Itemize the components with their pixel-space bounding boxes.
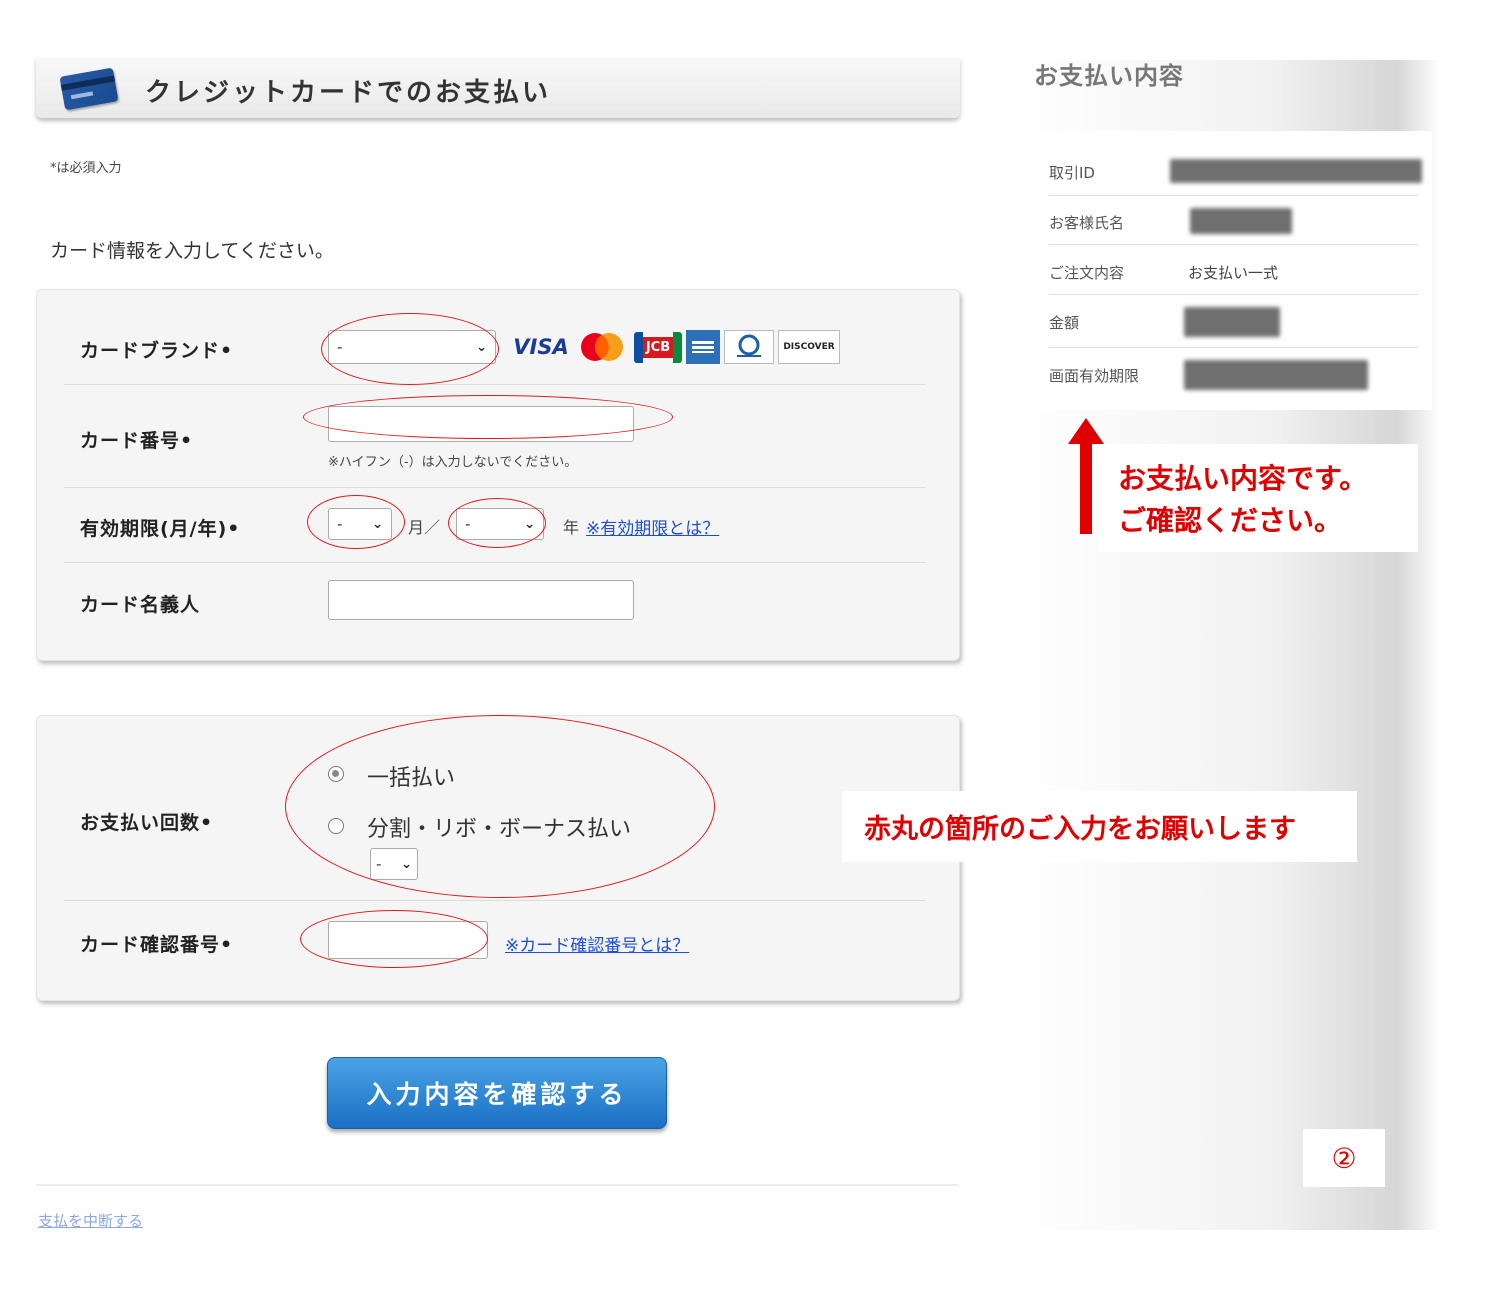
divider — [1049, 294, 1419, 295]
summary-value-order: お支払い一式 — [1188, 264, 1279, 282]
cancel-payment-link[interactable]: 支払を中断する — [38, 1210, 143, 1231]
expiry-year-select[interactable]: - ⌄ — [456, 508, 544, 540]
divider — [1049, 244, 1419, 245]
card-number-hint: ※ハイフン（-）は入力しないでください。 — [328, 455, 578, 470]
card-holder-input[interactable] — [328, 580, 634, 620]
divider — [64, 900, 926, 901]
installment-count-select[interactable]: - ⌄ — [370, 848, 418, 880]
divider — [64, 384, 926, 385]
summary-label-order: ご注文内容 — [1049, 264, 1125, 282]
card-brand-selected: - — [337, 338, 343, 356]
expiry-month-selected: - — [337, 515, 343, 533]
divider — [64, 562, 926, 563]
card-brand-label: カードブランド• — [80, 340, 234, 362]
chevron-down-icon: ⌄ — [476, 339, 487, 355]
lump-sum-label: 一括払い — [367, 766, 456, 791]
card-number-input[interactable] — [328, 406, 634, 442]
divider — [64, 487, 926, 488]
lump-sum-radio[interactable] — [328, 766, 344, 782]
arrow-shaft — [1080, 440, 1092, 534]
redacted-value — [1190, 208, 1292, 234]
card-brand-select[interactable]: - ⌄ — [328, 330, 496, 364]
page-title: クレジットカードでのお支払い — [145, 78, 552, 108]
redacted-value — [1170, 159, 1422, 183]
security-code-label: カード確認番号• — [80, 934, 234, 956]
required-note: *は必須入力 — [50, 161, 122, 176]
installment-radio[interactable] — [328, 818, 344, 834]
redacted-value — [1184, 307, 1280, 337]
step-number-badge: ② — [1303, 1129, 1385, 1187]
jcb-logo: JCB — [634, 330, 682, 364]
expiry-month-select[interactable]: - ⌄ — [328, 508, 392, 540]
month-suffix: 月／ — [408, 518, 441, 537]
divider — [1049, 195, 1419, 196]
diners-club-logo — [724, 330, 774, 364]
installments-label: お支払い回数• — [80, 812, 214, 834]
installment-label: 分割・リボ・ボーナス払い — [367, 817, 632, 842]
chevron-down-icon: ⌄ — [401, 856, 412, 872]
confirm-button[interactable]: 入力内容を確認する — [327, 1057, 667, 1129]
summary-label-amount: 金額 — [1049, 314, 1080, 332]
input-callout: 赤丸の箇所のご入力をお願いします — [842, 791, 1357, 862]
summary-label-customer-name: お客様氏名 — [1049, 214, 1125, 232]
summary-callout-line1: お支払い内容です。 — [1118, 462, 1368, 495]
expiry-year-selected: - — [465, 515, 471, 533]
divider — [36, 1184, 958, 1186]
chevron-down-icon: ⌄ — [524, 516, 535, 532]
summary-label-expiry: 画面有効期限 — [1049, 367, 1140, 385]
chevron-down-icon: ⌄ — [372, 516, 383, 532]
visa-logo: VISA — [513, 335, 569, 359]
amex-logo — [686, 330, 720, 364]
redacted-value — [1184, 360, 1368, 390]
card-number-label: カード番号• — [80, 430, 194, 452]
summary-callout: お支払い内容です。 ご確認ください。 — [1098, 444, 1418, 552]
summary-callout-line2: ご確認ください。 — [1118, 504, 1343, 537]
year-suffix: 年 — [563, 518, 580, 537]
installment-count-selected: - — [376, 855, 382, 873]
card-holder-label: カード名義人 — [80, 594, 201, 616]
summary-title: お支払い内容 — [1034, 62, 1184, 90]
summary-label-transaction-id: 取引ID — [1049, 164, 1095, 182]
instruction-text: カード情報を入力してください。 — [50, 240, 334, 262]
security-code-input[interactable] — [328, 921, 488, 959]
mastercard-logo — [574, 330, 630, 364]
expiry-label: 有効期限(月/年)• — [80, 518, 241, 540]
divider — [1049, 347, 1419, 348]
discover-logo: DISCOVER — [778, 330, 840, 364]
expiry-help-link[interactable]: ※有効期限とは？ — [586, 514, 719, 539]
security-code-help-link[interactable]: ※カード確認番号とは？ — [505, 931, 689, 956]
payment-panel — [36, 715, 960, 1001]
